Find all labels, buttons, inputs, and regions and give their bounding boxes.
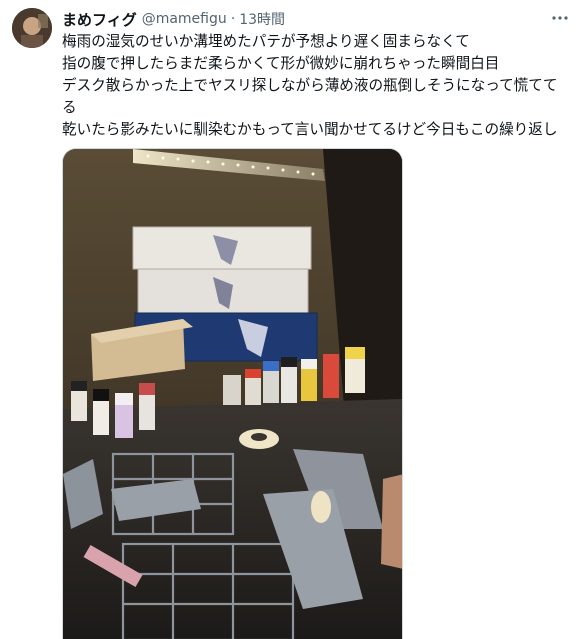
author-avatar[interactable] [12,8,52,48]
more-horizontal-icon[interactable] [549,8,571,28]
tweet-text-line: る [62,99,77,116]
tweet-text-line: デスク散らかった上でヤスリ探しながら薄め液の瓶倒しそうになって慌てて [62,77,558,94]
tweet-text-line: 梅雨の湿気のせいか溝埋めたパテが予想より遅く固まらなくて [62,33,470,50]
tweet-text-line: 指の腹で押したらまだ柔らかくて形が微妙に崩れちゃった瞬間白目 [62,55,500,72]
author-name[interactable]: まめフィグ [62,9,137,30]
author-handle[interactable]: @mamefigu [142,11,227,27]
tweet[interactable]: まめフィグ @mamefigu · 13時間 梅雨の湿気のせいか溝埋めたパテが予… [0,0,581,639]
tweet-text-line: 乾いたら影みたいに馴染むかもって言い聞かせてるけど今日もこの繰り返し [62,121,558,138]
separator-dot: · [230,11,236,27]
tweet-text: 梅雨の湿気のせいか溝埋めたパテが予想より遅く固まらなくて 指の腹で押したらまだ柔… [62,31,572,141]
tweet-photo[interactable] [62,148,403,639]
post-time[interactable]: 13時間 [239,9,285,29]
tweet-header: まめフィグ @mamefigu · 13時間 [62,9,285,29]
